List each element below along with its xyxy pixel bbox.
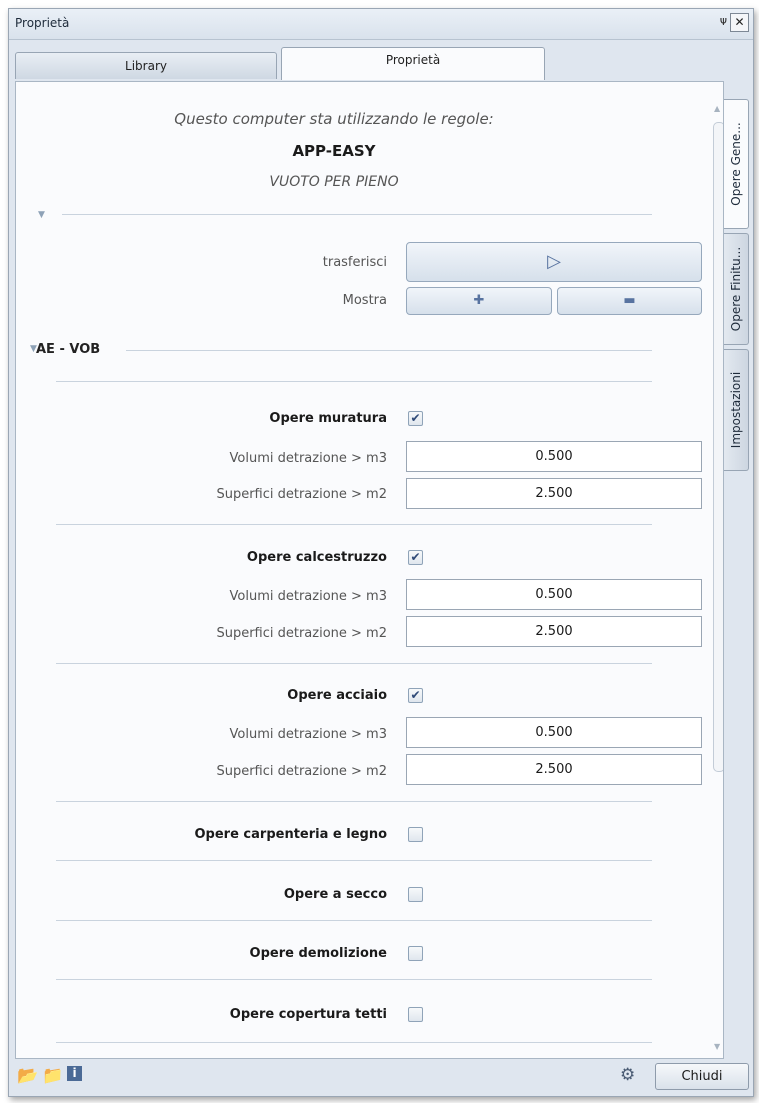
side-tab-label: Opere Gene... <box>729 122 743 206</box>
divider <box>56 801 652 802</box>
surface-field[interactable]: 2.500 <box>406 478 702 509</box>
tab-impostazioni[interactable]: Impostazioni <box>724 349 749 471</box>
group-label: Opere carpenteria e legno <box>194 827 388 842</box>
divider <box>56 381 652 382</box>
side-tab-label: Impostazioni <box>729 371 743 449</box>
volume-field[interactable]: 0.500 <box>406 441 702 472</box>
divider <box>56 1042 652 1043</box>
properties-panel: Questo computer sta utilizzando le regol… <box>15 81 724 1059</box>
surface-label: Superfici detrazione > m2 <box>216 764 387 779</box>
rule-name: APP-EASY <box>292 142 376 160</box>
collapse-all-button[interactable]: ▬ <box>557 287 702 315</box>
info-icon[interactable]: i <box>67 1066 82 1081</box>
surface-field[interactable]: 2.500 <box>406 616 702 647</box>
close-button[interactable]: ✕ <box>730 13 749 32</box>
volume-field[interactable]: 0.500 <box>406 579 702 610</box>
divider <box>56 524 652 525</box>
volume-label: Volumi detrazione > m3 <box>229 727 387 742</box>
expand-all-button[interactable]: ✚ <box>406 287 552 315</box>
close-panel-button[interactable]: Chiudi <box>655 1063 749 1090</box>
tab-strip: Library Proprietà <box>9 40 753 82</box>
volume-field[interactable]: 0.500 <box>406 717 702 748</box>
group-checkbox[interactable] <box>408 887 423 902</box>
scroll-up-icon[interactable]: ▲ <box>714 104 720 113</box>
scrollbar[interactable] <box>713 122 723 772</box>
group-label: Opere muratura <box>269 411 387 426</box>
group-label: Opere copertura tetti <box>229 1007 387 1022</box>
properties-window: Proprietà ᴪ ✕ Library Proprietà Questo c… <box>8 8 754 1097</box>
bottom-toolbar: 📂 📁 i ⚙ Chiudi <box>9 1057 753 1095</box>
scroll-down-icon[interactable]: ▼ <box>714 1042 720 1051</box>
tab-properties[interactable]: Proprietà <box>281 47 545 80</box>
show-label: Mostra <box>342 293 387 308</box>
surface-field[interactable]: 2.500 <box>406 754 702 785</box>
section-title: AE - VOB <box>36 342 101 357</box>
divider <box>56 860 652 861</box>
group-checkbox[interactable] <box>408 827 423 842</box>
divider <box>56 920 652 921</box>
title-bar: Proprietà ᴪ ✕ <box>9 9 753 40</box>
divider <box>56 663 652 664</box>
gear-icon[interactable]: ⚙ <box>620 1065 635 1085</box>
group-checkbox[interactable] <box>408 1007 423 1022</box>
surface-label: Superfici detrazione > m2 <box>216 487 387 502</box>
window-title: Proprietà <box>15 16 70 30</box>
surface-label: Superfici detrazione > m2 <box>216 626 387 641</box>
transfer-label: trasferisci <box>322 255 387 270</box>
collapse-chevron-icon[interactable]: ▼ <box>38 210 45 220</box>
divider <box>62 214 652 215</box>
side-tab-label: Opere Finitu... <box>729 246 743 332</box>
minus-icon: ▬ <box>623 293 636 308</box>
group-label: Opere acciaio <box>287 688 387 703</box>
tab-library[interactable]: Library <box>15 52 277 79</box>
rules-intro-text: Questo computer sta utilizzando le regol… <box>174 110 494 128</box>
transfer-button[interactable]: ▷ <box>406 242 702 282</box>
tab-opere-generali[interactable]: Opere Gene... <box>724 99 749 229</box>
tab-opere-finiture[interactable]: Opere Finitu... <box>724 233 749 345</box>
group-label: Opere demolizione <box>249 946 387 961</box>
rule-mode: VUOTO PER PIENO <box>269 174 399 190</box>
plus-icon: ✚ <box>473 293 485 308</box>
divider <box>126 350 652 351</box>
group-checkbox[interactable]: ✔ <box>408 688 423 703</box>
group-checkbox[interactable] <box>408 946 423 961</box>
group-checkbox[interactable]: ✔ <box>408 411 423 426</box>
volume-label: Volumi detrazione > m3 <box>229 451 387 466</box>
import-icon[interactable]: 📁 <box>42 1066 63 1086</box>
play-icon: ▷ <box>547 251 561 272</box>
volume-label: Volumi detrazione > m3 <box>229 589 387 604</box>
group-label: Opere calcestruzzo <box>246 550 387 565</box>
group-checkbox[interactable]: ✔ <box>408 550 423 565</box>
divider <box>56 979 652 980</box>
export-icon[interactable]: 📂 <box>17 1066 38 1086</box>
group-label: Opere a secco <box>283 887 387 902</box>
pin-icon[interactable]: ᴪ <box>720 14 727 28</box>
